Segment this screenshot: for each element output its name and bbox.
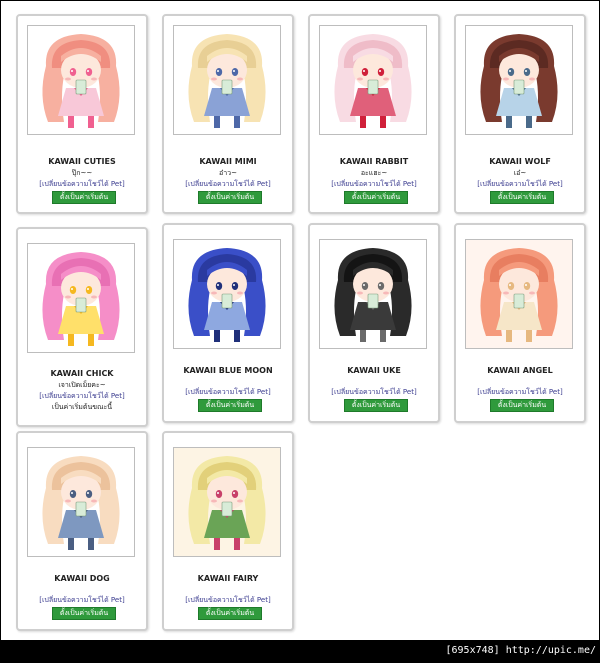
change-text-link[interactable]: [เปลี่ยนข้อความโชว์ได้ Pet] (18, 595, 146, 606)
pet-image[interactable] (27, 25, 135, 135)
pet-card-wolf: KAWAII WOLF เอ๋~ [เปลี่ยนข้อความโชว์ได้ … (454, 14, 586, 214)
pet-image[interactable] (27, 447, 135, 557)
change-text-link[interactable]: [เปลี่ยนข้อความโชว์ได้ Pet] (456, 179, 584, 190)
pet-illustration-icon (174, 240, 280, 348)
pet-card-cuties: KAWAII CUTIES ปุ๊ก~~ [เปลี่ยนข้อความโชว์… (16, 14, 148, 214)
pet-card-chick: KAWAII CHICK เจาเปิดเม็ยคะ~ [เปลี่ยนข้อค… (16, 227, 148, 427)
pet-card-fairy: KAWAII FAIRY [เปลี่ยนข้อความโชว์ได้ Pet]… (162, 431, 294, 631)
current-default-status: เป็นค่าเริ่มต้นขณะนี้ (51, 403, 113, 411)
pet-card-uke: KAWAII UKE [เปลี่ยนข้อความโชว์ได้ Pet] ต… (308, 223, 440, 423)
pet-subtitle: เอ๋~ (513, 169, 527, 177)
pet-subtitle: อ๋าว~ (219, 169, 237, 177)
set-default-button[interactable]: ตั้งเป็นค่าเริ่มต้น (198, 607, 262, 620)
pet-illustration-icon (466, 240, 572, 348)
pet-illustration-icon (174, 448, 280, 556)
change-text-link[interactable]: [เปลี่ยนข้อความโชว์ได้ Pet] (18, 179, 146, 190)
pet-image[interactable] (173, 447, 281, 557)
gallery-panel: KAWAII CUTIES ปุ๊ก~~ [เปลี่ยนข้อความโชว์… (1, 1, 599, 640)
pet-card-rabbit: KAWAII RABBIT อะแฮะ~ [เปลี่ยนข้อความโชว์… (308, 14, 440, 214)
pet-card-blue-moon: KAWAII BLUE MOON [เปลี่ยนข้อความโชว์ได้ … (162, 223, 294, 423)
pet-image[interactable] (27, 243, 135, 353)
set-default-button[interactable]: ตั้งเป็นค่าเริ่มต้น (344, 399, 408, 412)
pet-image[interactable] (465, 239, 573, 349)
pet-name: KAWAII WOLF (489, 157, 551, 166)
pet-subtitle: เจาเปิดเม็ยคะ~ (58, 381, 106, 389)
pet-illustration-icon (28, 244, 134, 352)
change-text-link[interactable]: [เปลี่ยนข้อความโชว์ได้ Pet] (310, 179, 438, 190)
upic-watermark: [695x748] http://upic.me/ (445, 645, 596, 656)
pet-subtitle: อะแฮะ~ (360, 169, 388, 177)
pet-card-mimi: KAWAII MIMI อ๋าว~ [เปลี่ยนข้อความโชว์ได้… (162, 14, 294, 214)
pet-illustration-icon (28, 26, 134, 134)
pet-illustration-icon (174, 26, 280, 134)
pet-image[interactable] (319, 239, 427, 349)
pet-image[interactable] (465, 25, 573, 135)
pet-image[interactable] (173, 239, 281, 349)
set-default-button[interactable]: ตั้งเป็นค่าเริ่มต้น (198, 191, 262, 204)
pet-card-angel: KAWAII ANGEL [เปลี่ยนข้อความโชว์ได้ Pet]… (454, 223, 586, 423)
pet-illustration-icon (28, 448, 134, 556)
pet-subtitle: ปุ๊ก~~ (71, 169, 93, 177)
change-text-link[interactable]: [เปลี่ยนข้อความโชว์ได้ Pet] (310, 387, 438, 398)
pet-name: KAWAII ANGEL (487, 366, 553, 375)
pet-illustration-icon (320, 26, 426, 134)
set-default-button[interactable]: ตั้งเป็นค่าเริ่มต้น (52, 191, 116, 204)
pet-name: KAWAII RABBIT (339, 157, 409, 166)
pet-name: KAWAII UKE (347, 366, 401, 375)
set-default-button[interactable]: ตั้งเป็นค่าเริ่มต้น (198, 399, 262, 412)
pet-name: KAWAII DOG (54, 574, 110, 583)
pet-name: KAWAII BLUE MOON (183, 366, 273, 375)
change-text-link[interactable]: [เปลี่ยนข้อความโชว์ได้ Pet] (164, 179, 292, 190)
pet-image[interactable] (319, 25, 427, 135)
pet-illustration-icon (320, 240, 426, 348)
pet-card-dog: KAWAII DOG [เปลี่ยนข้อความโชว์ได้ Pet] ต… (16, 431, 148, 631)
set-default-button[interactable]: ตั้งเป็นค่าเริ่มต้น (490, 399, 554, 412)
change-text-link[interactable]: [เปลี่ยนข้อความโชว์ได้ Pet] (456, 387, 584, 398)
change-text-link[interactable]: [เปลี่ยนข้อความโชว์ได้ Pet] (164, 387, 292, 398)
pet-name: KAWAII FAIRY (197, 574, 259, 583)
pet-name: KAWAII MIMI (199, 157, 257, 166)
pet-illustration-icon (466, 26, 572, 134)
set-default-button[interactable]: ตั้งเป็นค่าเริ่มต้น (490, 191, 554, 204)
change-text-link[interactable]: [เปลี่ยนข้อความโชว์ได้ Pet] (164, 595, 292, 606)
set-default-button[interactable]: ตั้งเป็นค่าเริ่มต้น (344, 191, 408, 204)
set-default-button[interactable]: ตั้งเป็นค่าเริ่มต้น (52, 607, 116, 620)
pet-name: KAWAII CUTIES (48, 157, 116, 166)
change-text-link[interactable]: [เปลี่ยนข้อความโชว์ได้ Pet] (18, 391, 146, 402)
pet-image[interactable] (173, 25, 281, 135)
pet-name: KAWAII CHICK (50, 369, 114, 378)
